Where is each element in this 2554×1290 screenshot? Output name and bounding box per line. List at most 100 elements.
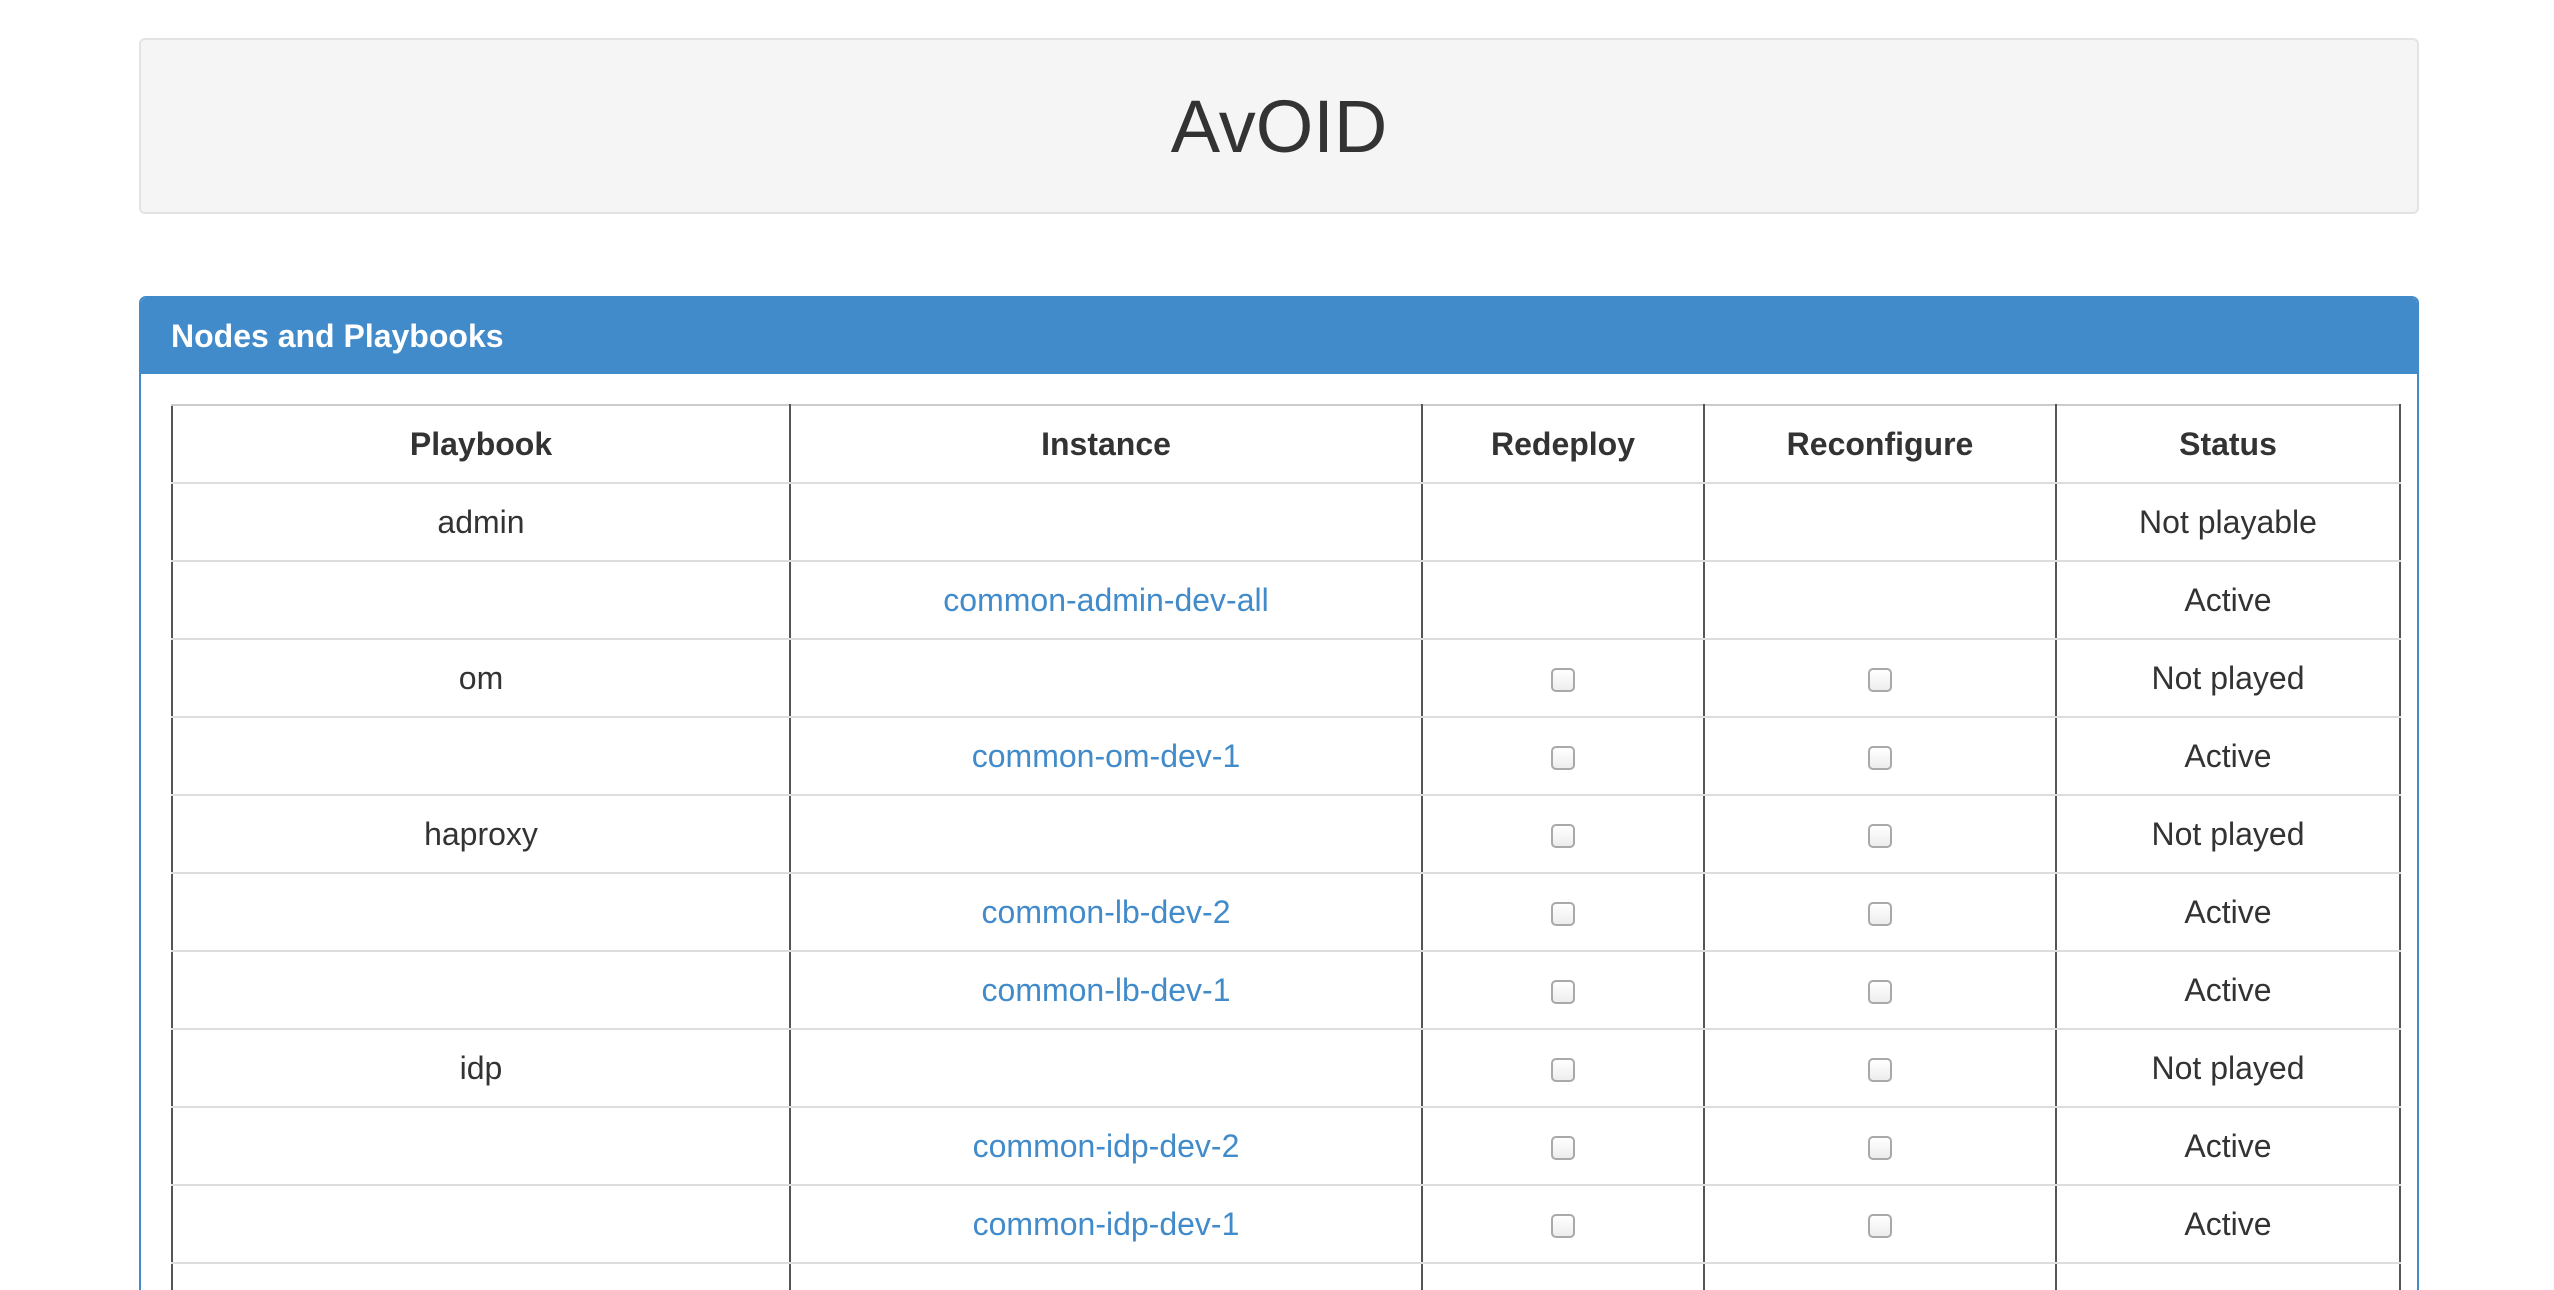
reconfigure-checkbox[interactable] [1868,1058,1892,1083]
column-header-status: Status [2055,404,2401,484]
instance-cell [789,482,1423,562]
playbook-cell: om [171,638,791,718]
status-cell: Active [2055,1106,2401,1186]
reconfigure-cell [1703,1262,2057,1290]
status-cell: Active [2055,716,2401,796]
reconfigure-checkbox[interactable] [1868,668,1892,693]
redeploy-cell [1421,716,1705,796]
table-row: common-om-dev-1 Active [171,716,2401,796]
redeploy-cell [1421,560,1705,640]
redeploy-cell [1421,1106,1705,1186]
playbook-cell [171,1262,791,1290]
redeploy-cell [1421,950,1705,1030]
instance-cell [789,794,1423,874]
table-row: common-idp-dev-1 Active [171,1184,2401,1264]
reconfigure-cell [1703,482,2057,562]
table-row: common-lb-dev-1 Active [171,950,2401,1030]
instance-link[interactable]: common-idp-dev-2 [973,1128,1240,1164]
instance-cell: common-lb-dev-1 [789,950,1423,1030]
table-row: common-admin-dev-all Active [171,560,2401,640]
redeploy-checkbox[interactable] [1551,824,1575,849]
reconfigure-checkbox[interactable] [1868,1136,1892,1161]
column-header-playbook: Playbook [171,404,791,484]
column-header-reconfigure: Reconfigure [1703,404,2057,484]
playbook-cell: idp [171,1028,791,1108]
table-row: om Not played [171,638,2401,718]
redeploy-checkbox[interactable] [1551,1136,1575,1161]
reconfigure-cell [1703,1184,2057,1264]
playbook-cell [171,950,791,1030]
instance-link[interactable]: common-lb-dev-1 [982,972,1231,1008]
status-cell: Active [2055,1184,2401,1264]
reconfigure-cell [1703,638,2057,718]
status-cell [2055,1262,2401,1290]
table-row [171,1262,2401,1290]
redeploy-checkbox[interactable] [1551,980,1575,1005]
instance-cell: common-lb-dev-2 [789,872,1423,952]
redeploy-cell [1421,794,1705,874]
instance-cell: common-idp-dev-1 [789,1184,1423,1264]
reconfigure-cell [1703,716,2057,796]
instance-cell: common-admin-dev-all [789,560,1423,640]
column-header-redeploy: Redeploy [1421,404,1705,484]
page-title: AvOID [1170,84,1388,168]
playbook-cell [171,872,791,952]
table-row: common-lb-dev-2 Active [171,872,2401,952]
nodes-panel: Nodes and Playbooks Playbook Instance Re… [139,296,2419,1290]
status-cell: Not played [2055,794,2401,874]
redeploy-checkbox[interactable] [1551,1058,1575,1083]
header-banner: AvOID [139,38,2419,214]
table-body: admin Not playable common-admin-dev-all Act… [171,482,2401,1290]
playbook-cell: haproxy [171,794,791,874]
table-row: common-idp-dev-2 Active [171,1106,2401,1186]
redeploy-checkbox[interactable] [1551,1214,1575,1239]
redeploy-cell [1421,872,1705,952]
redeploy-checkbox[interactable] [1551,746,1575,771]
table-row: haproxy Not played [171,794,2401,874]
redeploy-checkbox[interactable] [1551,668,1575,693]
table-header-row: Playbook Instance Redeploy Reconfigure S… [171,404,2401,484]
instance-link[interactable]: common-lb-dev-2 [982,894,1231,930]
instance-link[interactable]: common-admin-dev-all [943,582,1268,618]
instance-cell [789,1262,1423,1290]
playbook-cell [171,560,791,640]
redeploy-cell [1421,638,1705,718]
playbooks-table: Playbook Instance Redeploy Reconfigure S… [171,404,2401,1290]
reconfigure-checkbox[interactable] [1868,902,1892,927]
instance-link[interactable]: common-om-dev-1 [972,738,1241,774]
reconfigure-checkbox[interactable] [1868,1214,1892,1239]
status-cell: Active [2055,872,2401,952]
redeploy-cell [1421,482,1705,562]
reconfigure-checkbox[interactable] [1868,980,1892,1005]
reconfigure-cell [1703,794,2057,874]
table-row: idp Not played [171,1028,2401,1108]
redeploy-cell [1421,1262,1705,1290]
redeploy-checkbox[interactable] [1551,902,1575,927]
reconfigure-cell [1703,1028,2057,1108]
status-cell: Not played [2055,638,2401,718]
instance-cell: common-idp-dev-2 [789,1106,1423,1186]
status-cell: Active [2055,950,2401,1030]
playbook-cell: admin [171,482,791,562]
playbook-cell [171,1184,791,1264]
playbook-cell [171,716,791,796]
reconfigure-checkbox[interactable] [1868,824,1892,849]
instance-link[interactable]: common-idp-dev-1 [973,1206,1240,1242]
status-cell: Not played [2055,1028,2401,1108]
instance-cell [789,1028,1423,1108]
reconfigure-cell [1703,872,2057,952]
reconfigure-cell [1703,560,2057,640]
table-row: admin Not playable [171,482,2401,562]
status-cell: Not playable [2055,482,2401,562]
instance-cell: common-om-dev-1 [789,716,1423,796]
panel-body: Playbook Instance Redeploy Reconfigure S… [141,374,2417,1290]
reconfigure-cell [1703,950,2057,1030]
redeploy-cell [1421,1184,1705,1264]
instance-cell [789,638,1423,718]
redeploy-cell [1421,1028,1705,1108]
status-cell: Active [2055,560,2401,640]
page: AvOID Nodes and Playbooks Playbook Insta… [0,0,2554,1290]
reconfigure-cell [1703,1106,2057,1186]
column-header-instance: Instance [789,404,1423,484]
reconfigure-checkbox[interactable] [1868,746,1892,771]
